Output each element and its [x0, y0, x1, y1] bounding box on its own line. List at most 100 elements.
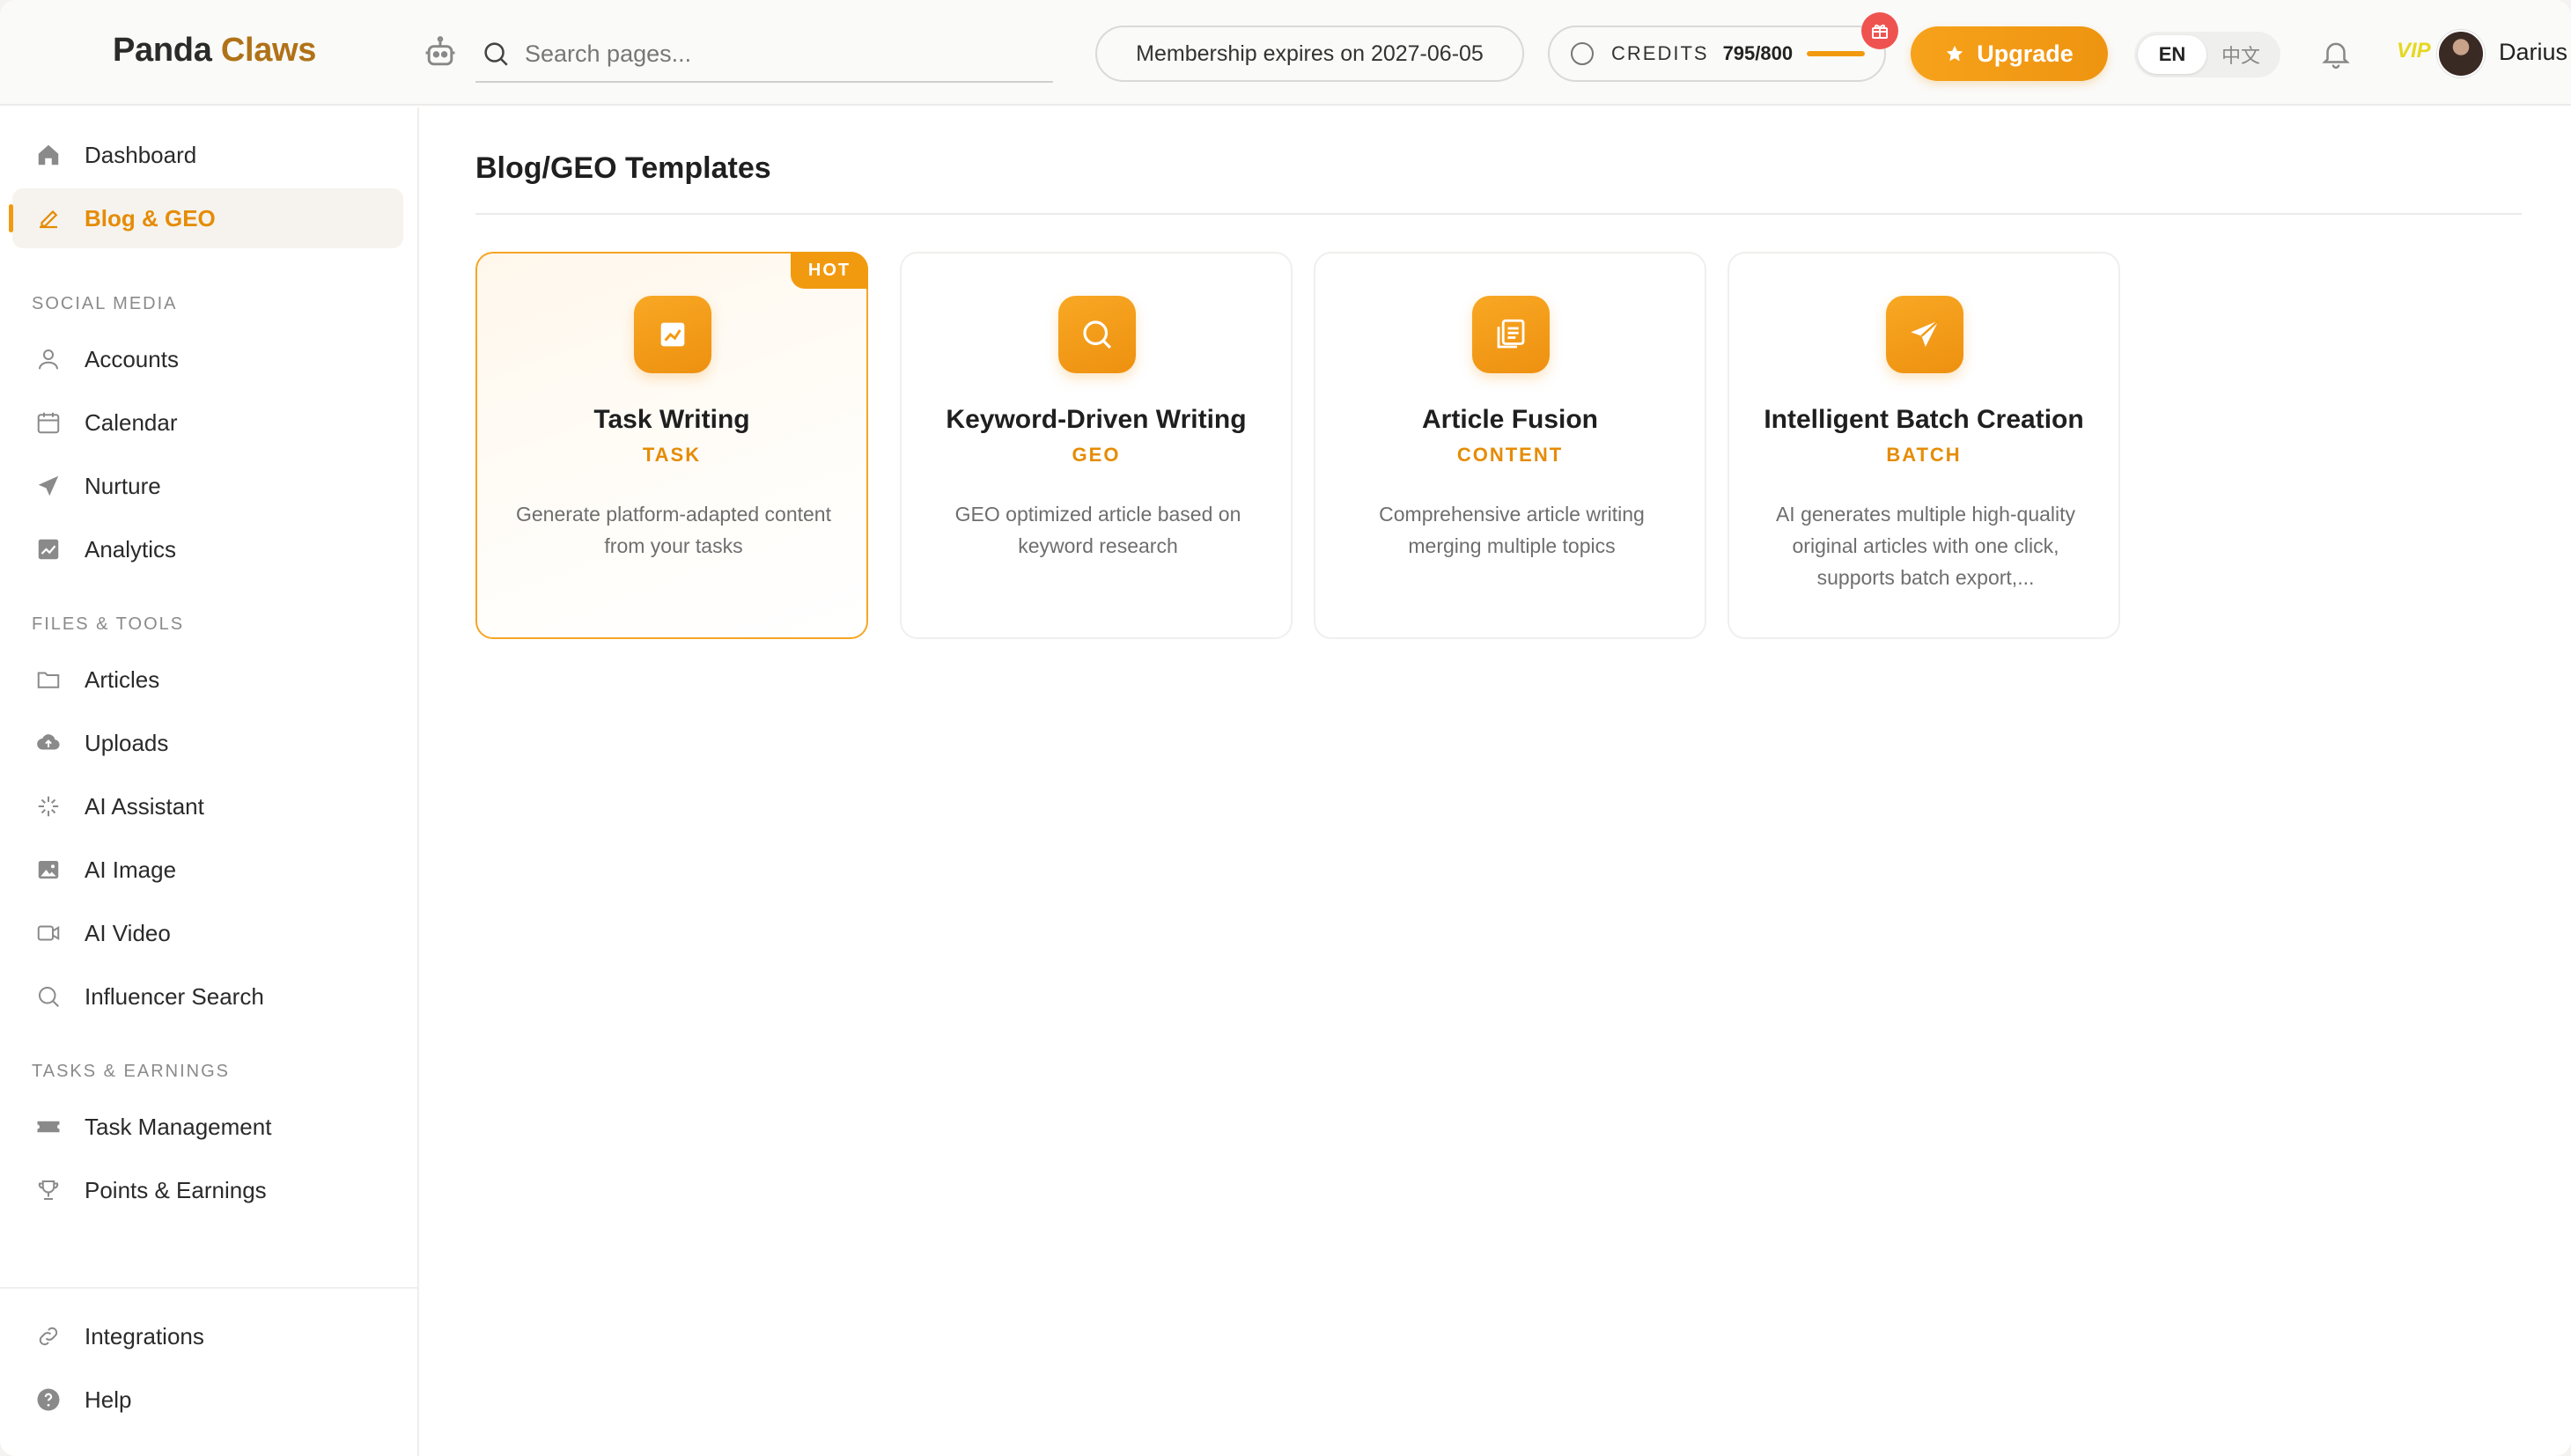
sidebar-item-influencer-search[interactable]: Influencer Search	[12, 967, 403, 1026]
card-tag: TASK	[642, 444, 702, 466]
template-card-article-fusion[interactable]: Article Fusion CONTENT Comprehensive art…	[1314, 252, 1706, 639]
credits-progress-bar	[1807, 51, 1866, 56]
membership-text: Membership expires on 2027-06-05	[1136, 40, 1484, 66]
credits-label: CREDITS	[1611, 42, 1709, 64]
template-card-keyword-driven-writing[interactable]: Keyword-Driven Writing GEO GEO optimized…	[900, 252, 1293, 639]
sidebar-item-label: Analytics	[85, 535, 177, 563]
sidebar-item-uploads[interactable]: Uploads	[12, 713, 403, 773]
chart-icon	[634, 296, 711, 373]
user-name[interactable]: Darius	[2499, 39, 2567, 66]
documents-icon	[1472, 296, 1550, 373]
search-input[interactable]	[525, 40, 1018, 68]
sidebar-item-label: Points & Earnings	[85, 1176, 267, 1203]
card-tag: BATCH	[1886, 444, 1962, 466]
lang-en-option[interactable]: EN	[2138, 35, 2206, 74]
card-title: Keyword-Driven Writing	[946, 405, 1247, 434]
title-divider	[475, 213, 2522, 215]
gift-icon[interactable]	[1861, 12, 1898, 49]
card-description: AI generates multiple high-quality origi…	[1775, 503, 2076, 589]
template-card-task-writing[interactable]: HOT Task Writing TASK Generate platform-…	[475, 252, 868, 639]
home-icon	[38, 144, 59, 165]
section-heading-social: SOCIAL MEDIA	[32, 294, 178, 313]
robot-icon[interactable]	[421, 33, 460, 72]
card-title: Article Fusion	[1421, 405, 1599, 434]
sidebar-item-integrations[interactable]: Integrations	[12, 1306, 403, 1366]
calendar-icon	[37, 412, 60, 434]
link-icon	[39, 1327, 58, 1346]
sidebar-item-label: AI Assistant	[85, 792, 204, 820]
send-icon	[38, 475, 59, 496]
credits-progress-fill	[1807, 51, 1865, 56]
sidebar-item-label: Dashboard	[85, 141, 197, 168]
top-bar: Panda Claws Membership expires on 2027-0…	[0, 0, 2571, 106]
sidebar-item-blog-geo[interactable]: Blog & GEO	[9, 188, 403, 248]
section-heading-tasks: TASKS & EARNINGS	[32, 1062, 231, 1081]
sidebar-item-nurture[interactable]: Nurture	[12, 456, 403, 516]
sidebar-item-label: Articles	[85, 665, 160, 693]
sidebar-item-label: Integrations	[85, 1322, 204, 1349]
help-icon	[37, 1388, 60, 1411]
search-box	[475, 26, 1053, 83]
sidebar-item-analytics[interactable]: Analytics	[12, 519, 403, 579]
card-title: Task Writing	[593, 405, 750, 434]
card-tag: CONTENT	[1456, 444, 1564, 466]
vip-badge: VIP	[2397, 39, 2431, 63]
upgrade-button[interactable]: Upgrade	[1911, 26, 2108, 81]
sidebar-item-label: Task Management	[85, 1113, 272, 1140]
sidebar-item-dashboard[interactable]: Dashboard	[12, 125, 403, 185]
sidebar-item-label: AI Image	[85, 856, 177, 883]
membership-pill[interactable]: Membership expires on 2027-06-05	[1095, 26, 1524, 82]
sidebar-item-label: Nurture	[85, 472, 161, 499]
sidebar-item-label: Uploads	[85, 729, 169, 756]
section-heading-files: FILES & TOOLS	[32, 614, 185, 634]
trophy-icon	[38, 1180, 59, 1200]
search-icon	[39, 987, 59, 1007]
app-window: Panda Claws Membership expires on 2027-0…	[0, 0, 2571, 1456]
credits-circle-icon	[1571, 42, 1594, 65]
pencil-icon	[40, 210, 58, 229]
sidebar-item-points-earnings[interactable]: Points & Earnings	[12, 1160, 403, 1220]
avatar[interactable]	[2437, 30, 2485, 77]
card-description: Comprehensive article writing merging mu…	[1379, 503, 1645, 557]
sidebar-item-ai-image[interactable]: AI Image	[12, 840, 403, 900]
card-description: Generate platform-adapted content from y…	[515, 503, 831, 557]
image-icon	[38, 861, 59, 879]
analytics-icon	[38, 539, 59, 560]
cloud-upload-icon	[37, 734, 60, 750]
sparkle-icon	[38, 796, 59, 817]
sidebar-item-label: Influencer Search	[85, 982, 264, 1010]
sidebar-item-calendar[interactable]: Calendar	[12, 393, 403, 452]
bell-icon[interactable]	[2319, 37, 2353, 70]
card-description: GEO optimized article based on keyword r…	[954, 503, 1241, 557]
main-content: Blog/GEO Templates HOT Task Writing TASK…	[421, 107, 2571, 1456]
ticket-icon	[37, 1121, 60, 1133]
sidebar-item-label: Help	[85, 1386, 132, 1413]
sidebar-item-help[interactable]: Help	[12, 1370, 403, 1430]
send-icon	[1886, 296, 1963, 373]
sidebar-item-accounts[interactable]: Accounts	[12, 329, 403, 389]
video-icon	[37, 925, 60, 941]
star-icon	[1947, 45, 1963, 62]
brand-logo[interactable]: Panda Claws	[113, 32, 316, 70]
credits-value: 795/800	[1722, 42, 1794, 64]
brand-name-part1: Panda	[113, 32, 212, 69]
sidebar-item-task-management[interactable]: Task Management	[12, 1097, 403, 1157]
brand-name-part2: Claws	[220, 32, 317, 69]
sidebar-item-ai-video[interactable]: AI Video	[12, 903, 403, 963]
sidebar-item-label: AI Video	[85, 919, 171, 946]
sidebar-item-label: Accounts	[85, 345, 179, 372]
sidebar-item-label: Blog & GEO	[85, 204, 216, 232]
sidebar: Dashboard Blog & GEO SOCIAL MEDIA Accoun…	[0, 107, 419, 1456]
template-card-intelligent-batch-creation[interactable]: Intelligent Batch Creation BATCH AI gene…	[1728, 252, 2120, 639]
sidebar-divider	[0, 1287, 417, 1289]
sidebar-item-articles[interactable]: Articles	[12, 650, 403, 710]
credits-pill[interactable]: CREDITS 795/800	[1548, 26, 1886, 82]
user-icon	[39, 349, 58, 370]
search-icon	[1058, 296, 1136, 373]
lang-zh-option[interactable]: 中文	[2206, 35, 2275, 74]
upgrade-label: Upgrade	[1977, 40, 2074, 67]
sidebar-item-ai-assistant[interactable]: AI Assistant	[12, 776, 403, 836]
search-icon	[484, 42, 508, 66]
page-title: Blog/GEO Templates	[475, 151, 771, 185]
language-switch: EN 中文	[2134, 32, 2280, 77]
